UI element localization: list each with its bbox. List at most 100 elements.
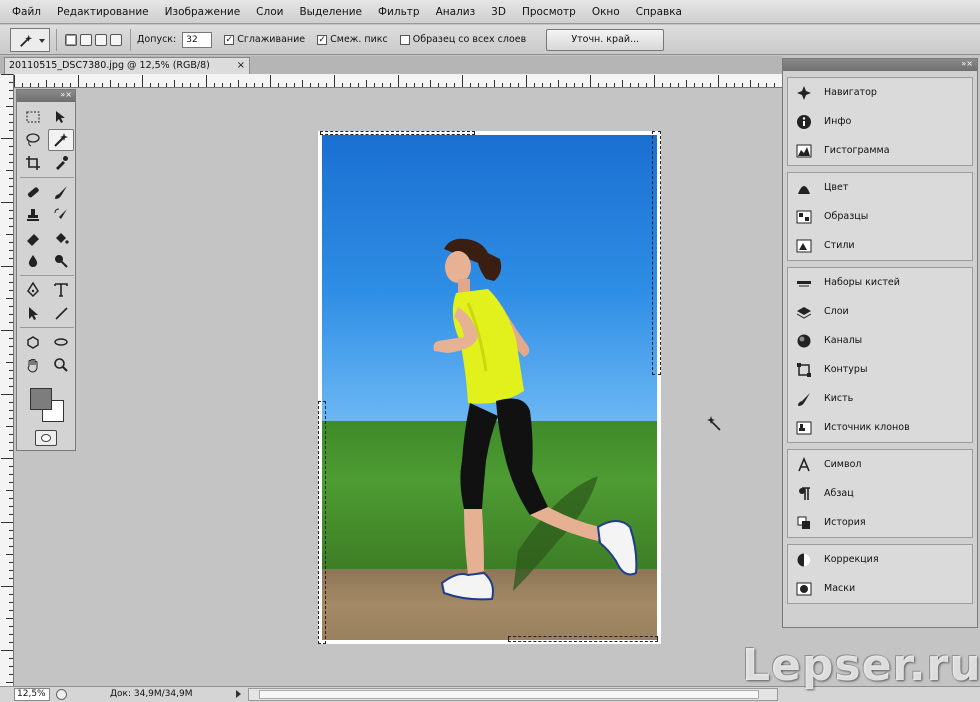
menu-item[interactable]: 3D [483, 6, 514, 18]
contiguous-check-box[interactable]: ✓ [317, 34, 328, 45]
panel-item-navigator[interactable]: Навигатор [788, 78, 972, 107]
panel-item-layers[interactable]: Слои [788, 297, 972, 326]
menu-item[interactable]: Файл [4, 6, 49, 18]
paint-bucket-tool[interactable] [48, 227, 74, 249]
menu-item[interactable]: Редактирование [49, 6, 157, 18]
panel-dock-header[interactable]: »× [783, 59, 977, 71]
ruler-tick [9, 434, 13, 435]
foreground-color-swatch[interactable] [30, 388, 52, 410]
panel-item-styles[interactable]: Стили [788, 231, 972, 260]
status-info-icon[interactable] [56, 689, 67, 700]
menu-bar: Файл Редактирование Изображение Слои Выделен… [0, 0, 980, 24]
eyedropper-icon [56, 156, 68, 170]
path-selection-tool[interactable] [20, 302, 46, 324]
quick-mask-button[interactable] [35, 430, 57, 446]
pen-tool[interactable] [20, 279, 46, 301]
collapse-icon[interactable]: »× [60, 90, 72, 99]
ruler-tick [558, 80, 559, 87]
antialias-checkbox[interactable]: ✓ Сглаживание [224, 34, 305, 45]
hand-icon [27, 359, 38, 373]
3d-rotate-tool[interactable] [20, 331, 46, 353]
panel-item-brush[interactable]: Кисть [788, 384, 972, 413]
magic-wand-cursor-icon [707, 416, 721, 431]
crop-tool[interactable] [20, 152, 46, 174]
magic-wand-tool[interactable] [48, 129, 74, 151]
panel-item-label: Маски [824, 583, 856, 594]
hand-tool[interactable] [20, 354, 46, 376]
ruler-tick [494, 80, 495, 87]
panel-item-brush-presets[interactable]: Наборы кистей [788, 268, 972, 297]
ruler-tick [6, 298, 13, 299]
scrollbar-thumb[interactable] [259, 690, 759, 699]
menu-item[interactable]: Изображение [157, 6, 249, 18]
contiguous-checkbox[interactable]: ✓ Смеж. пикс [317, 34, 388, 45]
healing-brush-tool[interactable] [20, 181, 46, 203]
add-to-selection-button[interactable] [80, 33, 92, 46]
document-image[interactable] [318, 131, 661, 644]
zoom-level-field[interactable]: 12,5% [14, 688, 50, 701]
ruler-tick [302, 80, 303, 87]
panel-item-paths[interactable]: Контуры [788, 355, 972, 384]
new-selection-button[interactable] [65, 33, 77, 46]
menu-item[interactable]: Справка [628, 6, 690, 18]
panel-item-color[interactable]: Цвет [788, 173, 972, 202]
vertical-ruler[interactable] [0, 74, 14, 686]
eraser-tool[interactable] [20, 227, 46, 249]
menu-item[interactable]: Фильтр [370, 6, 428, 18]
eyedropper-tool[interactable] [48, 152, 74, 174]
status-menu-arrow-icon[interactable] [236, 690, 241, 698]
sample-all-layers-checkbox[interactable]: Образец со всех слоев [399, 34, 526, 45]
horizontal-scrollbar[interactable] [248, 688, 778, 701]
subtract-from-selection-button[interactable] [95, 33, 107, 46]
ruler-tick [1, 330, 13, 331]
tools-panel-header[interactable]: »× [17, 90, 75, 102]
panel-item-paragraph[interactable]: Абзац [788, 479, 972, 508]
move-tool[interactable] [48, 106, 74, 128]
menu-item[interactable]: Слои [248, 6, 291, 18]
ruler-tick [502, 83, 503, 87]
3d-orbit-tool[interactable] [48, 331, 74, 353]
clone-stamp-tool[interactable] [20, 204, 46, 226]
panel-item-channels[interactable]: Каналы [788, 326, 972, 355]
dock-collapse-icon[interactable]: »× [961, 59, 973, 68]
close-tab-icon[interactable]: × [237, 58, 245, 73]
line-tool[interactable] [48, 302, 74, 324]
horizontal-ruler[interactable] [14, 74, 782, 88]
panel-item-clone-source[interactable]: Источник клонов [788, 413, 972, 442]
ruler-tick [9, 186, 13, 187]
sample-all-check-box[interactable] [399, 34, 410, 45]
type-tool[interactable] [48, 279, 74, 301]
dodge-tool[interactable] [48, 250, 74, 272]
menu-item[interactable]: Анализ [428, 6, 484, 18]
panel-item-swatches[interactable]: Образцы [788, 202, 972, 231]
ruler-tick [294, 83, 295, 87]
brush-tool[interactable] [48, 181, 74, 203]
menu-item[interactable]: Окно [584, 6, 628, 18]
menu-item[interactable]: Просмотр [514, 6, 584, 18]
refine-edge-button[interactable]: Уточн. край... [546, 28, 665, 51]
ruler-tick [9, 354, 13, 355]
ruler-tick [9, 474, 13, 475]
ruler-tick [22, 83, 23, 87]
marquee-tool[interactable] [20, 106, 46, 128]
ruler-tick [222, 83, 223, 87]
intersect-selection-button[interactable] [110, 33, 122, 46]
panel-item-character[interactable]: Символ [788, 450, 972, 479]
panel-item-masks[interactable]: Маски [788, 574, 972, 603]
zoom-tool[interactable] [48, 354, 74, 376]
panel-item-info[interactable]: Инфо [788, 107, 972, 136]
antialias-check-box[interactable]: ✓ [224, 34, 235, 45]
history-brush-tool[interactable] [48, 204, 74, 226]
chevron-down-icon [39, 38, 45, 43]
menu-item[interactable]: Выделение [291, 6, 370, 18]
panel-item-history[interactable]: История [788, 508, 972, 537]
panel-item-adjustments[interactable]: Коррекция [788, 545, 972, 574]
blur-tool[interactable] [20, 250, 46, 272]
document-tab[interactable]: 20110515_DSC7380.jpg @ 12,5% (RGB/8) × [4, 57, 250, 74]
tool-preset-picker[interactable] [10, 27, 50, 52]
lasso-tool[interactable] [20, 129, 46, 151]
ruler-tick [654, 75, 655, 87]
tolerance-input[interactable]: 32 [182, 31, 213, 48]
panel-item-histogram[interactable]: Гистограмма [788, 136, 972, 165]
ruler-tick [326, 83, 327, 87]
